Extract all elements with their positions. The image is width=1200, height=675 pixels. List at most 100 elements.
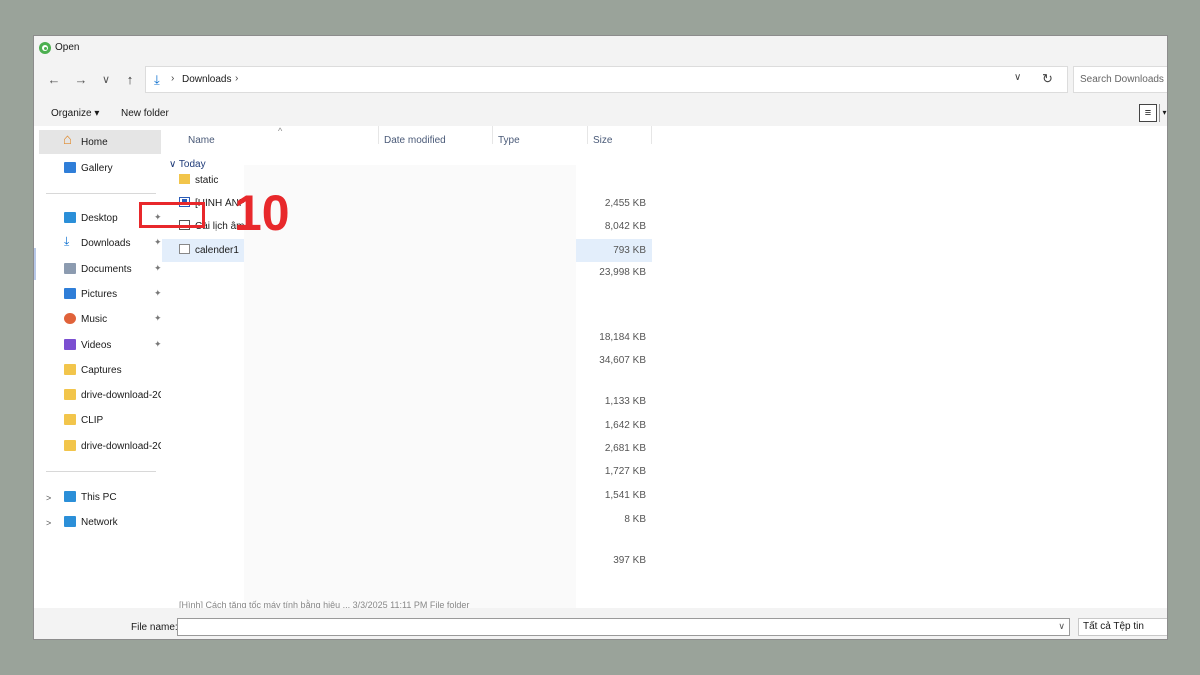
sidebar-item-label: Desktop (81, 212, 118, 224)
sidebar-item-documents[interactable]: Documents ✦ (39, 257, 161, 281)
computer-icon (64, 491, 76, 502)
sidebar-item-gallery[interactable]: Gallery (39, 156, 161, 180)
file-name-input[interactable]: ∨ (177, 618, 1070, 636)
file-size: 1,727 KB (604, 466, 646, 477)
sidebar-item-label: Videos (81, 339, 112, 351)
file-size: 2,681 KB (604, 443, 646, 454)
sidebar-item-clip[interactable]: CLIP (39, 408, 161, 432)
column-divider[interactable] (378, 126, 379, 144)
file-size: 23,998 KB (599, 267, 646, 278)
blurred-region (244, 165, 576, 608)
pin-icon[interactable]: ✦ (154, 263, 161, 274)
sidebar-item-captures[interactable]: Captures (39, 358, 161, 382)
sidebar-item-label: Downloads (81, 237, 131, 249)
column-divider[interactable] (651, 126, 652, 144)
navigation-pane: Home Gallery Desktop ✦ Downloads ✦ Docum… (34, 126, 162, 608)
sidebar-item-pictures[interactable]: Pictures ✦ (39, 282, 161, 306)
sidebar-item-home[interactable]: Home (39, 130, 161, 154)
pin-icon[interactable]: ✦ (154, 313, 161, 324)
sidebar-item-label: Network (81, 516, 118, 528)
sidebar-item-drive-download-2[interactable]: drive-download-2C (39, 434, 161, 458)
column-header-name[interactable]: Name (188, 135, 215, 146)
file-name-dropdown-icon[interactable]: ∨ (1058, 621, 1065, 632)
breadcrumb-downloads[interactable]: Downloads (182, 74, 231, 85)
file-size: 1,133 KB (604, 396, 646, 407)
breadcrumb-chevron-icon[interactable]: › (171, 73, 174, 84)
sidebar-item-this-pc[interactable]: This PC (39, 485, 161, 509)
file-size: 793 KB (613, 245, 646, 256)
open-dialog: Open ← → ∨ ↑ ⤓ › Downloads › ∨ ↻ Search … (33, 35, 1168, 640)
back-arrow-icon[interactable]: ← (46, 72, 62, 88)
sidebar-divider (46, 471, 156, 472)
sidebar-item-drive-download-1[interactable]: drive-download-2C (39, 383, 161, 407)
sidebar-item-videos[interactable]: Videos ✦ (39, 333, 161, 357)
chrome-icon (39, 41, 51, 54)
recent-locations-chevron-icon[interactable]: ∨ (98, 72, 114, 88)
column-divider[interactable] (587, 126, 588, 144)
refresh-icon[interactable]: ↻ (1042, 71, 1053, 87)
title-bar: Open (34, 36, 1167, 59)
sidebar-item-label: drive-download-2C (81, 440, 161, 452)
sort-ascending-icon: ^ (278, 126, 283, 136)
sidebar-item-label: CLIP (81, 414, 104, 426)
column-divider[interactable] (492, 126, 493, 144)
pictures-icon (64, 288, 76, 299)
sidebar-item-label: Home (81, 136, 108, 148)
desktop-icon (64, 212, 76, 223)
window-title: Open (55, 42, 80, 53)
column-header-size[interactable]: Size (593, 135, 612, 146)
address-bar[interactable]: ⤓ › Downloads › ∨ ↻ (145, 66, 1068, 93)
column-header-type[interactable]: Type (498, 135, 520, 146)
sidebar-item-label: Gallery (81, 162, 113, 174)
folder-icon (64, 414, 76, 425)
sidebar-item-music[interactable]: Music ✦ (39, 307, 161, 331)
file-size: 18,184 KB (599, 332, 646, 343)
file-size: 397 KB (613, 555, 646, 566)
file-type-select[interactable]: Tất cả Tệp tin (1078, 618, 1167, 636)
column-header-date-modified[interactable]: Date modified (384, 135, 446, 146)
documents-icon (64, 263, 76, 274)
videos-icon (64, 339, 76, 350)
calendar-file-icon (179, 244, 190, 254)
file-size: 1,541 KB (604, 490, 646, 501)
pin-icon[interactable]: ✦ (154, 237, 161, 248)
sidebar-divider (46, 193, 156, 194)
pin-icon[interactable]: ✦ (154, 288, 161, 299)
sidebar-item-label: Captures (81, 364, 122, 376)
dialog-footer: File name: ∨ Tất cả Tệp tin (34, 608, 1167, 639)
file-name: calender1 (195, 245, 239, 256)
navigation-bar: ← → ∨ ↑ ⤓ › Downloads › ∨ ↻ Search Downl… (34, 59, 1167, 101)
folder-icon (179, 174, 190, 184)
breadcrumb-chevron-icon[interactable]: › (235, 73, 238, 84)
highlight-box (139, 202, 205, 228)
folder-icon (64, 440, 76, 451)
search-input[interactable]: Search Downloads (1073, 66, 1167, 93)
new-folder-button[interactable]: New folder (121, 108, 169, 119)
organize-button[interactable]: Organize ▾ (51, 108, 99, 119)
file-size: 8 KB (624, 514, 646, 525)
partially-hidden-row[interactable]: [Hình] Cách tăng tốc máy tính bằng hiệu … (179, 600, 469, 608)
folder-icon (64, 364, 76, 375)
network-icon (64, 516, 76, 527)
gallery-icon (64, 162, 76, 173)
file-size: 2,455 KB (604, 198, 646, 209)
sidebar-item-network[interactable]: Network (39, 510, 161, 534)
downloads-icon (64, 234, 76, 249)
sidebar-item-label: Documents (81, 263, 132, 275)
address-dropdown-icon[interactable]: ∨ (1014, 72, 1021, 83)
up-arrow-icon[interactable]: ↑ (122, 72, 138, 88)
sidebar-item-label: Pictures (81, 288, 118, 300)
scroll-indicator (34, 248, 36, 280)
file-size: 34,607 KB (599, 355, 646, 366)
pin-icon[interactable]: ✦ (154, 339, 161, 350)
view-options-dropdown-icon[interactable]: ▾ (1159, 104, 1167, 122)
sidebar-item-downloads[interactable]: Downloads ✦ (39, 231, 161, 255)
file-list: ^ Name Date modified Type Size ∨ Today s… (162, 126, 1167, 608)
file-name-label: File name: (131, 622, 178, 633)
step-number: 10 (234, 185, 290, 241)
music-icon (64, 313, 76, 324)
view-details-icon[interactable]: ≡ (1139, 104, 1157, 122)
file-size: 8,042 KB (604, 221, 646, 232)
home-icon (63, 131, 76, 148)
forward-arrow-icon[interactable]: → (73, 72, 89, 88)
